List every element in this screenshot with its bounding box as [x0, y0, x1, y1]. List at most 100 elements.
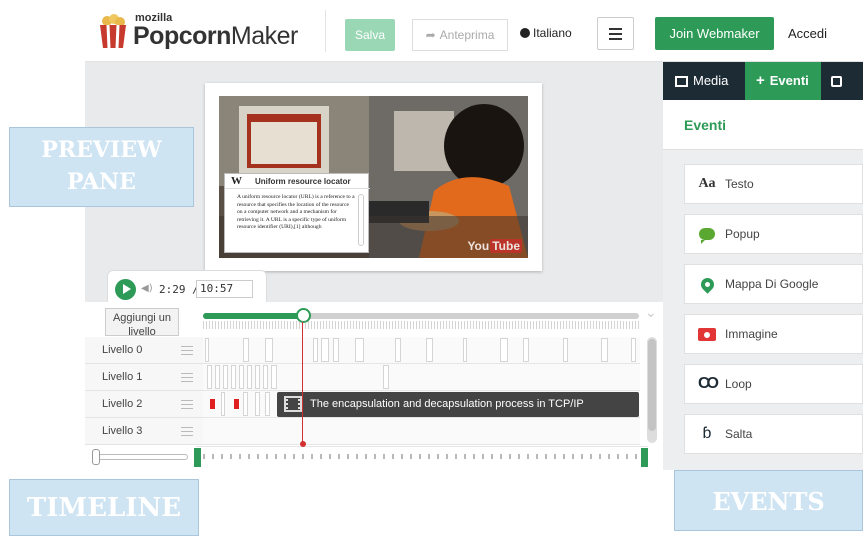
scrubber-progress	[203, 313, 303, 319]
layer-row-1[interactable]: Livello 1	[85, 364, 203, 391]
event-item-popup[interactable]: Popup	[684, 214, 863, 254]
track-event[interactable]	[426, 338, 433, 362]
overview-playhead-dot	[300, 441, 306, 447]
track-2: The encapsulation and decapsulation proc…	[203, 391, 640, 418]
popcorn-maker-logo[interactable]: mozilla PopcornMaker	[97, 8, 307, 54]
track-event[interactable]	[523, 338, 529, 362]
top-header: mozilla PopcornMaker Salva ➦ Anteprima I…	[85, 0, 863, 62]
track-event[interactable]	[563, 338, 568, 362]
drag-handle-icon[interactable]	[181, 346, 193, 355]
timeline-vertical-scrollbar[interactable]	[647, 337, 657, 443]
overview-event-ticks	[203, 454, 639, 459]
save-button[interactable]: Salva	[345, 19, 395, 51]
track-event[interactable]	[221, 392, 225, 416]
track-event[interactable]	[239, 365, 244, 389]
track-event[interactable]	[207, 365, 212, 389]
drag-handle-icon[interactable]	[181, 373, 193, 382]
drag-handle-icon[interactable]	[181, 427, 193, 436]
video-track-event[interactable]: The encapsulation and decapsulation proc…	[277, 392, 639, 417]
track-event[interactable]	[271, 365, 277, 389]
track-event[interactable]	[321, 338, 329, 362]
annotation-timeline: TIMELINE	[9, 479, 199, 536]
chevron-down-icon[interactable]: ⌄	[645, 305, 657, 321]
track-event[interactable]	[263, 365, 268, 389]
annotation-events: EVENTS	[674, 470, 863, 531]
header-divider	[325, 10, 326, 52]
track-event[interactable]	[500, 338, 508, 362]
zoom-slider[interactable]	[96, 454, 188, 460]
volume-icon[interactable]: ◀)	[141, 283, 153, 294]
video-player[interactable]: W Uniform resource locator A uniform res…	[219, 96, 528, 258]
event-item-label: Testo	[725, 177, 754, 191]
panel-title: Eventi	[663, 100, 863, 150]
track-event[interactable]	[265, 392, 270, 416]
preview-button[interactable]: ➦ Anteprima	[412, 19, 508, 51]
event-item-immagine[interactable]: Immagine	[684, 314, 863, 354]
wikipedia-scrollbar[interactable]	[358, 194, 364, 246]
tab-eventi[interactable]: + Eventi	[745, 62, 821, 100]
drag-handle-icon[interactable]	[181, 400, 193, 409]
tab-edit[interactable]	[821, 62, 863, 100]
wikipedia-text: A uniform resource locator (URL) is a re…	[237, 194, 355, 230]
join-webmaker-button[interactable]: Join Webmaker	[655, 17, 774, 50]
track-event-marker[interactable]	[234, 399, 239, 409]
track-event[interactable]	[231, 365, 236, 389]
event-item-label: Mappa Di Google	[725, 277, 819, 291]
track-event[interactable]	[383, 365, 389, 389]
overview-left-handle[interactable]	[194, 448, 201, 467]
track-event[interactable]	[243, 392, 248, 416]
wikipedia-popup[interactable]: W Uniform resource locator A uniform res…	[224, 173, 370, 253]
login-link[interactable]: Accedi	[788, 26, 827, 41]
play-button[interactable]	[115, 279, 136, 300]
track-event[interactable]	[355, 338, 364, 362]
zoom-slider-handle[interactable]	[92, 449, 100, 465]
track-0	[203, 337, 640, 364]
layer-row-2[interactable]: Livello 2	[85, 391, 203, 418]
time-ruler	[203, 321, 639, 329]
event-item-testo[interactable]: Aa Testo	[684, 164, 863, 204]
total-time-field[interactable]: 10:57	[196, 280, 253, 298]
menu-button[interactable]	[597, 17, 634, 50]
track-event[interactable]	[247, 365, 252, 389]
layer-label: Livello 1	[102, 371, 143, 383]
layer-list: Livello 0 Livello 1 Livello 2 Livello 3	[85, 337, 203, 445]
popcorn-box-icon	[100, 14, 126, 48]
track-event[interactable]	[205, 338, 209, 362]
track-event[interactable]	[463, 338, 467, 362]
event-item-label: Popup	[725, 227, 760, 241]
layer-row-3[interactable]: Livello 3	[85, 418, 203, 445]
wikipedia-title: Uniform resource locator	[225, 174, 370, 189]
track-event[interactable]	[255, 392, 260, 416]
event-item-salta[interactable]: ɓ Salta	[684, 414, 863, 454]
edit-icon	[831, 75, 842, 87]
add-layer-button[interactable]: Aggiungi un livello	[105, 308, 179, 336]
track-event[interactable]	[333, 338, 339, 362]
tab-media[interactable]: Media	[663, 62, 745, 100]
track-event[interactable]	[395, 338, 401, 362]
plus-icon: +	[756, 72, 765, 89]
track-event[interactable]	[255, 365, 260, 389]
layer-row-0[interactable]: Livello 0	[85, 337, 203, 364]
preview-button-label: Anteprima	[439, 28, 495, 42]
event-item-label: Salta	[725, 427, 753, 441]
language-selector[interactable]: Italiano	[520, 26, 572, 40]
track-event[interactable]	[265, 338, 273, 362]
track-event-marker[interactable]	[210, 399, 215, 409]
youtube-logo-you: You	[467, 239, 490, 253]
tab-eventi-label: Eventi	[769, 73, 809, 88]
track-event[interactable]	[631, 338, 636, 362]
track-event[interactable]	[223, 365, 228, 389]
track-event[interactable]	[601, 338, 608, 362]
popcorn-maker-app: mozilla PopcornMaker Salva ➦ Anteprima I…	[0, 0, 863, 536]
tab-media-label: Media	[693, 73, 729, 88]
text-icon: Aa	[698, 176, 716, 191]
track-event[interactable]	[215, 365, 220, 389]
event-item-mappa[interactable]: Mappa Di Google	[684, 264, 863, 304]
event-item-loop[interactable]: CO Loop	[684, 364, 863, 404]
track-event[interactable]	[313, 338, 318, 362]
youtube-logo-tube: Tube	[490, 239, 522, 253]
track-3	[203, 418, 640, 445]
track-event[interactable]	[243, 338, 249, 362]
map-pin-icon	[695, 274, 719, 294]
overview-right-handle[interactable]	[641, 448, 648, 467]
